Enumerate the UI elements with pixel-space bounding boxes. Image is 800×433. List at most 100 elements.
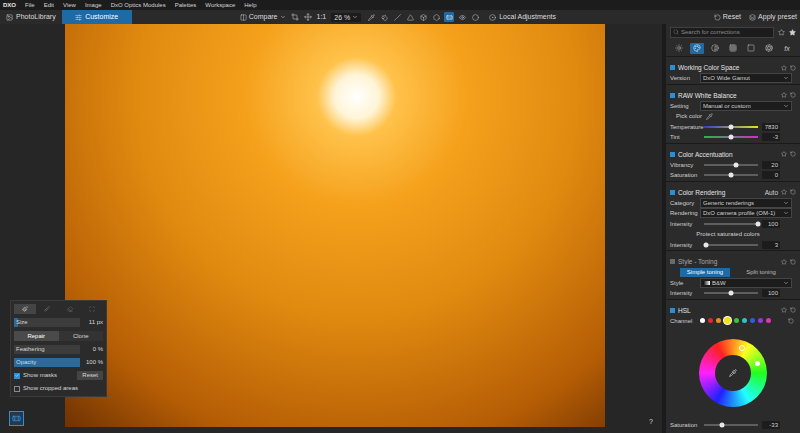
menu-item[interactable]: View [63, 0, 76, 10]
menu-item[interactable]: Workspace [205, 0, 235, 10]
section-toggle[interactable] [670, 190, 675, 195]
slider-track[interactable] [704, 244, 758, 246]
tool-button[interactable] [431, 12, 441, 22]
section-toggle[interactable] [670, 93, 675, 98]
repair-tool-tab[interactable] [81, 304, 103, 314]
dropdown[interactable]: Generic renderings [700, 198, 792, 208]
wheel-knob[interactable] [739, 345, 745, 351]
bar-slider[interactable]: Opacity [14, 358, 80, 367]
repair-tool-tab[interactable] [59, 304, 81, 314]
section-toggle[interactable] [670, 308, 675, 313]
menu-item[interactable]: Help [244, 0, 256, 10]
slider-knob[interactable] [719, 423, 724, 428]
slider-track[interactable] [704, 164, 758, 166]
channel-dot[interactable] [758, 318, 763, 323]
photo[interactable] [65, 24, 605, 427]
repair-tool-button[interactable] [9, 411, 24, 426]
section-header[interactable]: Color Accentuation [666, 149, 800, 160]
palette-tab[interactable]: fx [780, 43, 794, 54]
reset-button[interactable]: Reset [714, 10, 741, 24]
mode-button[interactable]: Clone [59, 331, 104, 341]
module-tab[interactable]: Customize [62, 10, 132, 24]
slider-value[interactable]: -3 [762, 133, 780, 141]
apply-preset-button[interactable]: Apply preset [749, 10, 797, 24]
slider-value[interactable]: 0 [762, 171, 780, 179]
menu-item[interactable]: DxO Optics Modules [111, 0, 166, 10]
pipette-icon[interactable] [729, 369, 737, 377]
section-header[interactable]: Working Color Space [666, 62, 800, 73]
tool-button[interactable] [405, 12, 415, 22]
palette-tab[interactable] [708, 43, 722, 54]
dropdown[interactable]: Manual or custom [700, 101, 792, 111]
slider-value[interactable]: 7830 [762, 123, 780, 131]
mode-button[interactable]: Repair [14, 331, 59, 341]
menu-item[interactable]: Image [85, 0, 102, 10]
section-header[interactable]: HSL [666, 305, 800, 316]
slider-knob[interactable] [729, 135, 734, 140]
reset-icon[interactable] [788, 318, 794, 324]
slider-track[interactable] [704, 126, 758, 128]
search-field[interactable]: Search for corrections [670, 27, 774, 38]
section-header[interactable]: RAW White Balance [666, 90, 800, 101]
star-icon[interactable] [781, 259, 787, 265]
channel-dot[interactable] [724, 317, 731, 324]
repair-reset-button[interactable]: Reset [77, 371, 103, 380]
dropdown[interactable]: DxO camera profile (OM-1) [700, 208, 792, 218]
palette-tab[interactable] [762, 43, 776, 54]
channel-dot[interactable] [734, 318, 739, 323]
channel-dot[interactable] [750, 318, 755, 323]
menu-item[interactable]: Edit [44, 0, 54, 10]
section-header[interactable]: Style - Toning [666, 256, 800, 267]
section-header[interactable]: Color RenderingAuto [666, 187, 800, 198]
slider-knob[interactable] [729, 173, 734, 178]
menu-item[interactable]: File [25, 0, 35, 10]
repair-tool-tab[interactable] [36, 304, 58, 314]
palette-tab[interactable] [744, 43, 758, 54]
tool-button[interactable] [392, 12, 402, 22]
pipette-icon[interactable] [706, 113, 713, 120]
channel-dot[interactable] [700, 318, 705, 323]
tool-button[interactable] [457, 12, 467, 22]
reset-icon[interactable] [790, 189, 796, 195]
slider-knob[interactable] [729, 291, 734, 296]
dropdown[interactable]: DxO Wide Gamut [700, 73, 792, 83]
slider-track[interactable] [704, 223, 758, 225]
channel-dot[interactable] [742, 318, 747, 323]
section-toggle[interactable] [670, 152, 675, 157]
repair-tool-tab[interactable] [14, 304, 36, 314]
slider-knob[interactable] [729, 124, 734, 129]
palette-tab[interactable] [690, 43, 704, 54]
segment-option[interactable]: Simple toning [680, 268, 730, 277]
move-icon[interactable] [304, 13, 312, 21]
checkbox[interactable] [14, 386, 20, 392]
wheel-knob[interactable] [755, 361, 760, 366]
slider-knob[interactable] [734, 162, 739, 167]
tool-button[interactable] [366, 12, 376, 22]
crop-icon[interactable] [291, 13, 299, 21]
ratio-button[interactable]: 1:1 [317, 10, 327, 24]
slider-value[interactable]: 20 [762, 161, 780, 169]
slider-value[interactable]: 100 [762, 220, 780, 228]
tool-button[interactable] [470, 12, 480, 22]
slider-knob[interactable] [756, 221, 761, 226]
reset-icon[interactable] [790, 151, 796, 157]
slider-track[interactable] [704, 292, 758, 294]
star-filled-icon[interactable] [789, 29, 796, 36]
tool-button[interactable] [379, 12, 389, 22]
reset-icon[interactable] [790, 65, 796, 71]
help-button[interactable]: ? [649, 417, 653, 426]
palette-tab[interactable] [726, 43, 740, 54]
checkbox[interactable] [14, 373, 20, 379]
slider-knob[interactable] [703, 242, 708, 247]
menu-item[interactable]: Palettes [175, 0, 197, 10]
channel-dot[interactable] [708, 318, 713, 323]
slider-track[interactable] [704, 424, 758, 426]
slider-value[interactable]: -33 [762, 421, 780, 429]
local-adjustments-button[interactable]: Local Adjustments [489, 10, 556, 24]
star-icon[interactable] [781, 189, 787, 195]
reset-icon[interactable] [790, 259, 796, 265]
channel-dot[interactable] [766, 318, 771, 323]
bar-slider[interactable]: Size [14, 318, 80, 327]
zoom-dropdown[interactable]: 26 % [331, 13, 361, 22]
slider-track[interactable] [704, 136, 758, 138]
